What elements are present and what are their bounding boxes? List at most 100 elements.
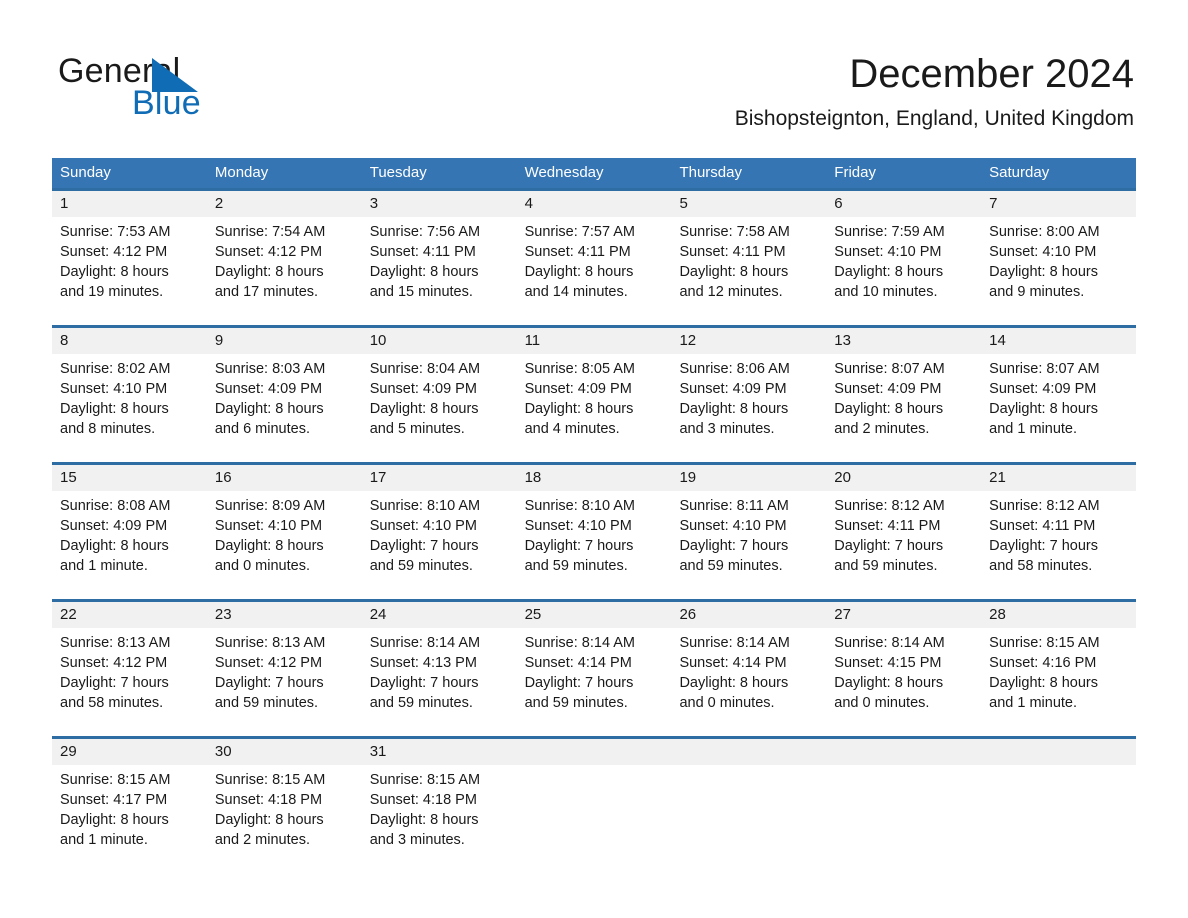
day-number[interactable]: 4 — [517, 191, 672, 217]
day-cell[interactable]: Sunrise: 8:12 AM Sunset: 4:11 PM Dayligh… — [826, 491, 981, 599]
sunrise-text: Sunrise: 8:08 AM — [60, 498, 171, 514]
day-number[interactable]: 20 — [826, 465, 981, 491]
week-row: 22 23 24 25 26 27 28 Sunrise: 8:13 AM Su… — [52, 599, 1136, 736]
daylight-text-line2: and 14 minutes. — [524, 284, 628, 300]
daylight-text-line2: and 0 minutes. — [834, 695, 930, 711]
day-number[interactable]: 21 — [981, 465, 1136, 491]
day-cell[interactable]: Sunrise: 7:58 AM Sunset: 4:11 PM Dayligh… — [671, 217, 826, 325]
page-header: General Blue December 2024 Bishopsteignt… — [0, 0, 1188, 152]
day-number[interactable]: 30 — [207, 739, 362, 765]
day-number[interactable]: 5 — [671, 191, 826, 217]
page-title: December 2024 — [849, 52, 1134, 96]
daylight-text-line1: Daylight: 8 hours — [679, 675, 789, 691]
week-info-strip: Sunrise: 8:08 AM Sunset: 4:09 PM Dayligh… — [52, 491, 1136, 599]
day-cell[interactable]: Sunrise: 8:14 AM Sunset: 4:14 PM Dayligh… — [517, 628, 672, 736]
day-cell[interactable]: Sunrise: 7:59 AM Sunset: 4:10 PM Dayligh… — [826, 217, 981, 325]
day-cell[interactable]: Sunrise: 7:56 AM Sunset: 4:11 PM Dayligh… — [362, 217, 517, 325]
sunrise-text: Sunrise: 8:15 AM — [214, 772, 326, 788]
day-cell[interactable]: Sunrise: 8:07 AM Sunset: 4:09 PM Dayligh… — [981, 354, 1136, 462]
day-cell[interactable]: Sunrise: 8:06 AM Sunset: 4:09 PM Dayligh… — [671, 354, 826, 462]
day-number[interactable]: 19 — [671, 465, 826, 491]
day-cell[interactable]: Sunrise: 8:13 AM Sunset: 4:12 PM Dayligh… — [52, 628, 207, 736]
day-cell[interactable]: Sunrise: 8:13 AM Sunset: 4:12 PM Dayligh… — [207, 628, 362, 736]
daylight-text-line1: Daylight: 7 hours — [524, 675, 634, 691]
day-cell[interactable]: Sunrise: 8:03 AM Sunset: 4:09 PM Dayligh… — [207, 354, 362, 462]
daylight-text-line1: Daylight: 7 hours — [834, 538, 944, 554]
day-cell[interactable]: Sunrise: 8:09 AM Sunset: 4:10 PM Dayligh… — [207, 491, 362, 599]
day-number[interactable]: 17 — [362, 465, 517, 491]
title-block: December 2024 Bishopsteignton, England, … — [735, 50, 1134, 132]
sunrise-text: Sunrise: 8:15 AM — [60, 772, 171, 788]
day-cell[interactable]: Sunrise: 8:10 AM Sunset: 4:10 PM Dayligh… — [517, 491, 672, 599]
sunset-text: Sunset: 4:10 PM — [60, 381, 168, 397]
week-date-strip: 1 2 3 4 5 6 7 — [52, 191, 1136, 217]
day-cell[interactable]: Sunrise: 8:15 AM Sunset: 4:16 PM Dayligh… — [981, 628, 1136, 736]
day-number[interactable]: 25 — [517, 602, 672, 628]
sunrise-text: Sunrise: 8:14 AM — [679, 635, 790, 651]
day-number[interactable]: 15 — [52, 465, 207, 491]
day-cell[interactable]: Sunrise: 8:14 AM Sunset: 4:15 PM Dayligh… — [826, 628, 981, 736]
day-cell[interactable]: Sunrise: 8:08 AM Sunset: 4:09 PM Dayligh… — [52, 491, 207, 599]
sunset-text: Sunset: 4:11 PM — [524, 244, 631, 260]
weekday-header-monday: Monday — [214, 164, 269, 181]
day-cell[interactable]: Sunrise: 8:12 AM Sunset: 4:11 PM Dayligh… — [981, 491, 1136, 599]
day-number[interactable]: 7 — [981, 191, 1136, 217]
day-cell[interactable]: Sunrise: 8:14 AM Sunset: 4:14 PM Dayligh… — [671, 628, 826, 736]
day-cell[interactable]: Sunrise: 8:00 AM Sunset: 4:10 PM Dayligh… — [981, 217, 1136, 325]
day-number[interactable]: 8 — [52, 328, 207, 354]
sunrise-text: Sunrise: 7:57 AM — [524, 224, 635, 240]
day-cell[interactable]: Sunrise: 8:02 AM Sunset: 4:10 PM Dayligh… — [52, 354, 207, 462]
day-number[interactable]: 31 — [362, 739, 517, 765]
week-row: 15 16 17 18 19 20 21 Sunrise: 8:08 AM Su… — [52, 462, 1136, 599]
week-date-strip: 8 9 10 11 12 13 14 — [52, 328, 1136, 354]
day-number[interactable]: 10 — [362, 328, 517, 354]
daylight-text-line1: Daylight: 8 hours — [60, 401, 169, 417]
day-cell[interactable]: Sunrise: 8:15 AM Sunset: 4:17 PM Dayligh… — [52, 765, 207, 869]
day-number[interactable]: 29 — [52, 739, 207, 765]
day-number[interactable]: 23 — [207, 602, 362, 628]
day-cell[interactable]: Sunrise: 8:15 AM Sunset: 4:18 PM Dayligh… — [207, 765, 362, 869]
day-number[interactable]: 11 — [517, 328, 672, 354]
sunset-text: Sunset: 4:14 PM — [524, 655, 632, 671]
sunset-text: Sunset: 4:09 PM — [60, 518, 168, 534]
daylight-text-line2: and 17 minutes. — [214, 284, 319, 300]
day-number[interactable]: 12 — [671, 328, 826, 354]
day-cell[interactable]: Sunrise: 8:05 AM Sunset: 4:09 PM Dayligh… — [517, 354, 672, 462]
sunrise-text: Sunrise: 7:59 AM — [834, 224, 945, 240]
sunset-text: Sunset: 4:10 PM — [214, 518, 323, 534]
day-number[interactable]: 22 — [52, 602, 207, 628]
day-cell[interactable]: Sunrise: 7:53 AM Sunset: 4:12 PM Dayligh… — [52, 217, 207, 325]
day-number[interactable]: 6 — [826, 191, 981, 217]
daylight-text-line1: Daylight: 8 hours — [989, 264, 1098, 280]
day-cell[interactable]: Sunrise: 8:10 AM Sunset: 4:10 PM Dayligh… — [362, 491, 517, 599]
day-number[interactable]: 27 — [826, 602, 981, 628]
day-number[interactable]: 24 — [362, 602, 517, 628]
day-cell-empty — [981, 765, 1136, 869]
daylight-text-line2: and 3 minutes. — [679, 421, 775, 437]
daylight-text-line1: Daylight: 8 hours — [369, 812, 479, 828]
day-number[interactable]: 14 — [981, 328, 1136, 354]
day-number[interactable]: 3 — [362, 191, 517, 217]
day-cell[interactable]: Sunrise: 8:04 AM Sunset: 4:09 PM Dayligh… — [362, 354, 517, 462]
daylight-text-line2: and 1 minute. — [60, 832, 148, 848]
day-number[interactable]: 28 — [981, 602, 1136, 628]
sunrise-text: Sunrise: 8:02 AM — [60, 361, 171, 377]
week-date-strip: 15 16 17 18 19 20 21 — [52, 465, 1136, 491]
daylight-text-line1: Daylight: 8 hours — [369, 264, 479, 280]
day-number[interactable]: 13 — [826, 328, 981, 354]
daylight-text-line1: Daylight: 8 hours — [679, 264, 789, 280]
day-number[interactable]: 2 — [207, 191, 362, 217]
day-number[interactable]: 16 — [207, 465, 362, 491]
day-cell[interactable]: Sunrise: 7:54 AM Sunset: 4:12 PM Dayligh… — [207, 217, 362, 325]
day-number[interactable]: 26 — [671, 602, 826, 628]
day-number[interactable]: 9 — [207, 328, 362, 354]
general-blue-logo[interactable]: General Blue — [58, 52, 288, 122]
day-cell[interactable]: Sunrise: 8:14 AM Sunset: 4:13 PM Dayligh… — [362, 628, 517, 736]
day-cell[interactable]: Sunrise: 8:07 AM Sunset: 4:09 PM Dayligh… — [826, 354, 981, 462]
day-number[interactable]: 18 — [517, 465, 672, 491]
day-cell[interactable]: Sunrise: 8:11 AM Sunset: 4:10 PM Dayligh… — [671, 491, 826, 599]
daylight-text-line2: and 8 minutes. — [60, 421, 156, 437]
day-number[interactable]: 1 — [52, 191, 207, 217]
day-cell[interactable]: Sunrise: 8:15 AM Sunset: 4:18 PM Dayligh… — [362, 765, 517, 869]
day-cell[interactable]: Sunrise: 7:57 AM Sunset: 4:11 PM Dayligh… — [517, 217, 672, 325]
